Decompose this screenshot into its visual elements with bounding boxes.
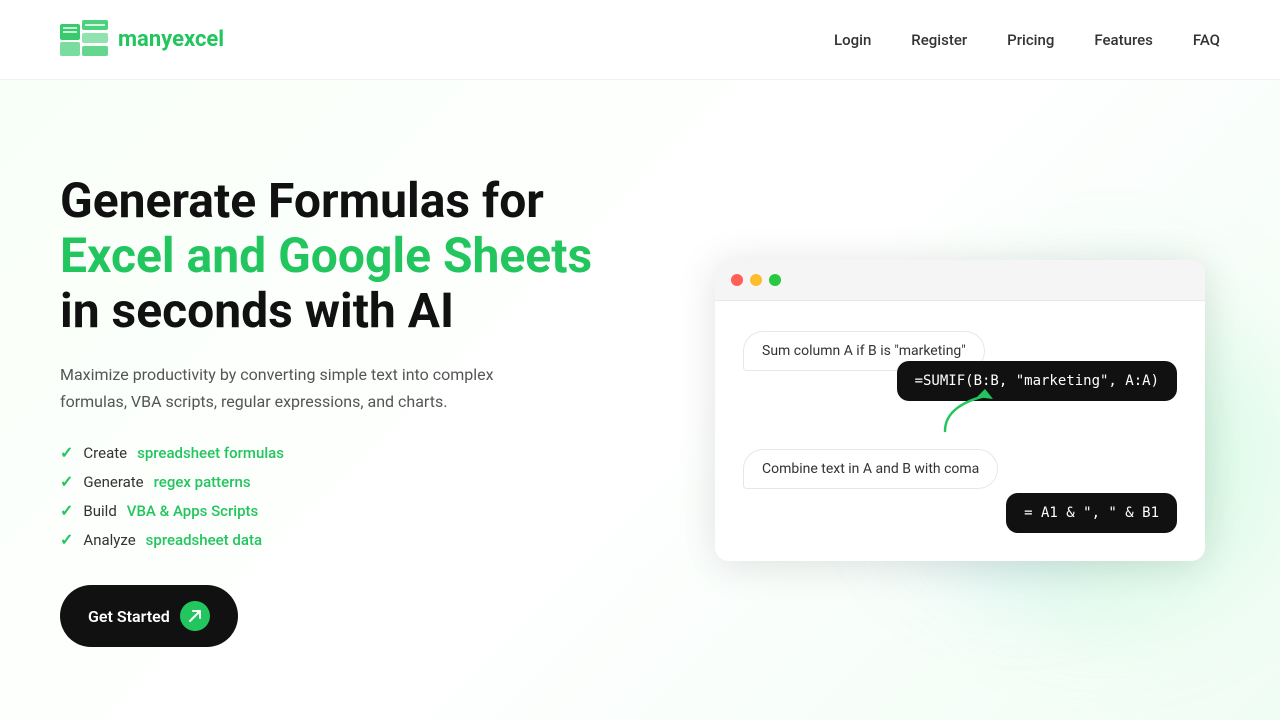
check-icon: ✓ (60, 501, 73, 520)
regex-patterns-link[interactable]: regex patterns (154, 473, 251, 491)
demo-window: Sum column A if B is "marketing" =SUMIF(… (715, 260, 1205, 561)
feature-list: ✓ Create spreadsheet formulas ✓ Generate… (60, 443, 592, 549)
logo-icon (60, 20, 108, 60)
user-prompt-2: Combine text in A and B with coma (743, 449, 998, 489)
nav-pricing[interactable]: Pricing (1007, 31, 1054, 49)
arrow-circle-icon (180, 601, 210, 631)
spreadsheet-formulas-link[interactable]: spreadsheet formulas (137, 444, 284, 462)
list-item: ✓ Analyze spreadsheet data (60, 530, 592, 549)
hero-section: Generate Formulas for Excel and Google S… (0, 80, 1280, 720)
nav-features[interactable]: Features (1094, 31, 1152, 49)
hero-left: Generate Formulas for Excel and Google S… (60, 173, 592, 647)
navigation: manyexcel Login Register Pricing Feature… (0, 0, 1280, 80)
list-item: ✓ Build VBA & Apps Scripts (60, 501, 592, 520)
hero-heading: Generate Formulas for Excel and Google S… (60, 173, 592, 339)
logo-text: manyexcel (118, 27, 224, 52)
check-icon: ✓ (60, 443, 73, 462)
window-minimize-dot (750, 274, 762, 286)
list-item: ✓ Create spreadsheet formulas (60, 443, 592, 462)
arrow-decoration (935, 381, 995, 441)
nav-faq[interactable]: FAQ (1193, 31, 1220, 49)
check-icon: ✓ (60, 472, 73, 491)
vba-scripts-link[interactable]: VBA & Apps Scripts (127, 502, 258, 520)
nav-login[interactable]: Login (834, 31, 871, 49)
logo[interactable]: manyexcel (60, 20, 224, 60)
nav-links: Login Register Pricing Features FAQ (834, 31, 1220, 49)
window-close-dot (731, 274, 743, 286)
window-titlebar (715, 260, 1205, 301)
hero-description: Maximize productivity by converting simp… (60, 362, 530, 415)
spreadsheet-data-link[interactable]: spreadsheet data (146, 531, 262, 549)
hero-right: Sum column A if B is "marketing" =SUMIF(… (700, 260, 1220, 561)
list-item: ✓ Generate regex patterns (60, 472, 592, 491)
window-maximize-dot (769, 274, 781, 286)
demo-body: Sum column A if B is "marketing" =SUMIF(… (715, 301, 1205, 561)
get-started-button[interactable]: Get Started (60, 585, 238, 647)
formula-response-2: = A1 & ", " & B1 (1006, 493, 1177, 533)
nav-register[interactable]: Register (911, 31, 967, 49)
check-icon: ✓ (60, 530, 73, 549)
